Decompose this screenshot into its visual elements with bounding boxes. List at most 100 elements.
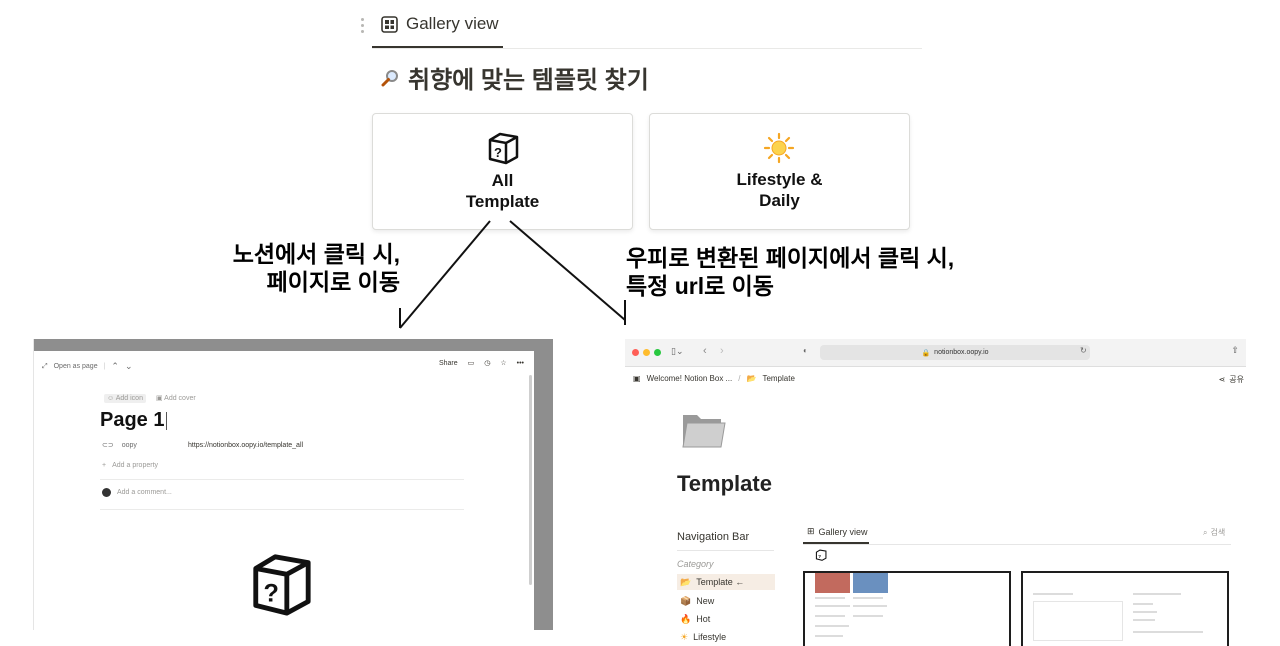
text-cursor: [166, 411, 168, 430]
page-title[interactable]: Page 1: [100, 409, 168, 432]
peek-topbar-left: ⤢ Open as page | ⌃ ⌄: [42, 361, 133, 372]
sidebar-toggle-icon[interactable]: ▯⌄: [671, 346, 684, 357]
thumbnail-line: [1133, 603, 1153, 605]
link-icon: ⊂⊃: [102, 442, 114, 449]
clock-icon[interactable]: ◷: [484, 359, 490, 367]
reload-icon[interactable]: ↻: [1080, 346, 1087, 355]
svg-text:?: ?: [818, 554, 821, 560]
lock-icon: 🔒: [921, 349, 931, 357]
chevron-up-icon[interactable]: ⌃: [111, 361, 119, 372]
url-text: notionbox.oopy.io: [934, 349, 989, 356]
back-icon[interactable]: ‹: [703, 345, 707, 357]
question-box-icon: ?: [815, 549, 827, 561]
nav-item-template[interactable]: 📂 Template ←: [677, 574, 775, 590]
thumbnail-line: [1133, 619, 1155, 621]
thumbnail-line: [1133, 631, 1203, 633]
share-button[interactable]: ⋖ 공유: [1219, 374, 1244, 385]
chevron-down-icon[interactable]: ⌄: [125, 361, 133, 372]
gallery-card-thumbnail[interactable]: [1021, 571, 1229, 646]
divider: [100, 479, 464, 480]
property-row[interactable]: ⊂⊃ oopy https://notionbox.oopy.io/templa…: [102, 441, 303, 450]
thumbnail-line: [1133, 593, 1181, 595]
thumbnail-block-red: [815, 573, 850, 593]
nav-item-new[interactable]: 📦 New: [677, 593, 775, 609]
divider: [100, 509, 464, 510]
nav-item-hot[interactable]: 🔥 Hot: [677, 611, 775, 627]
gallery-card-thumbnail[interactable]: [803, 571, 1011, 646]
thumbnail-line: [815, 635, 843, 637]
thumbnail-line: [815, 615, 845, 617]
page-hints: ☺ Add icon ▣ Add cover: [104, 394, 196, 403]
nav-item-label: Template ←: [696, 577, 745, 587]
more-icon[interactable]: •••: [517, 360, 524, 367]
browser-toolbar: ▯⌄ ‹ › ◐ 🔒 notionbox.oopy.io ↻ ⇧: [625, 339, 1246, 367]
breadcrumb-item[interactable]: Welcome! Notion Box ...: [647, 374, 733, 383]
gallery-grid-icon: ⊞: [807, 526, 815, 536]
scrollbar[interactable]: [529, 375, 532, 585]
add-cover-label: Add cover: [164, 395, 196, 402]
nav-item-label: New: [696, 596, 715, 606]
open-as-page-icon[interactable]: ⤢: [42, 363, 48, 371]
comment-placeholder: Add a comment...: [117, 489, 172, 496]
page-title-text: Page 1: [100, 409, 165, 431]
nav-item-lifestyle[interactable]: ☀ Lifestyle: [677, 629, 775, 645]
property-value[interactable]: https://notionbox.oopy.io/template_all: [188, 442, 303, 449]
add-property-button[interactable]: + Add a property: [102, 462, 158, 469]
breadcrumb: ▣ Welcome! Notion Box ... / 📂 Template: [633, 374, 795, 383]
shield-icon[interactable]: ◐: [803, 346, 808, 355]
folder-icon: 📂: [680, 576, 692, 587]
sun-icon: ☀: [680, 631, 689, 642]
tab-label: Gallery view: [818, 526, 868, 537]
address-bar[interactable]: 🔒 notionbox.oopy.io: [820, 345, 1090, 360]
tab-gallery-view[interactable]: ⊞ Gallery view: [807, 526, 868, 537]
share-button[interactable]: Share: [439, 360, 458, 367]
comment-icon[interactable]: ▭: [468, 359, 475, 367]
folder-icon: 📂: [746, 374, 757, 383]
thumbnail-line: [1133, 611, 1157, 613]
svg-text:?: ?: [264, 579, 279, 607]
search-label: 검색: [1210, 528, 1226, 537]
breadcrumb-separator: /: [738, 374, 741, 383]
nav-item-label: Hot: [696, 614, 711, 624]
thumbnail-line: [815, 625, 849, 627]
comment-input[interactable]: Add a comment...: [102, 488, 172, 497]
breadcrumb-item[interactable]: Template: [762, 374, 794, 383]
share-icon[interactable]: ⇧: [1231, 345, 1239, 356]
thumbnail-line: [853, 615, 883, 617]
folder-icon: [682, 415, 726, 448]
category-label: Category: [677, 559, 714, 569]
share-icon: ⋖: [1218, 375, 1226, 384]
share-label: 공유: [1229, 375, 1244, 384]
fire-icon: 🔥: [680, 613, 692, 624]
forward-icon[interactable]: ›: [720, 345, 724, 357]
add-property-label: Add a property: [112, 462, 159, 469]
annotation-oopy: 우피로 변환된 페이지에서 클릭 시, 특정 url로 이동: [626, 245, 955, 299]
peek-panel: ⤢ Open as page | ⌃ ⌄ Share ▭ ◷ ☆ ••• ☺ A…: [34, 351, 534, 630]
minimize-window-button[interactable]: [643, 349, 650, 356]
page-title: Template: [677, 471, 772, 496]
thumbnail-calendar: [1033, 601, 1123, 641]
question-box-icon: ?: [253, 554, 311, 616]
add-icon-label: Add icon: [115, 395, 143, 402]
plus-icon: +: [102, 462, 107, 469]
open-as-page-button[interactable]: Open as page: [54, 363, 98, 370]
close-window-button[interactable]: [632, 349, 639, 356]
tab-divider: [803, 544, 1231, 545]
add-icon-button[interactable]: ☺ Add icon: [104, 394, 146, 403]
avatar: [102, 488, 111, 497]
search-icon: ⌕: [1203, 527, 1208, 537]
annotation-notion: 노션에서 클릭 시, 페이지로 이동: [232, 241, 400, 295]
background-page-edge: [20, 339, 34, 630]
thumbnail-block-blue: [853, 573, 888, 593]
maximize-window-button[interactable]: [654, 349, 661, 356]
property-name: oopy: [121, 441, 137, 449]
notion-box-icon: ▣: [633, 374, 641, 383]
add-cover-button[interactable]: ▣ Add cover: [156, 394, 196, 403]
nav-item-label: Lifestyle: [693, 632, 727, 642]
thumbnail-line: [853, 605, 887, 607]
box-icon: 📦: [680, 595, 692, 606]
search-button[interactable]: ⌕ 검색: [1203, 527, 1225, 538]
notion-peek-screenshot: ⤢ Open as page | ⌃ ⌄ Share ▭ ◷ ☆ ••• ☺ A…: [20, 339, 553, 630]
nav-bar-title: Navigation Bar: [677, 531, 750, 543]
star-icon[interactable]: ☆: [500, 359, 506, 367]
